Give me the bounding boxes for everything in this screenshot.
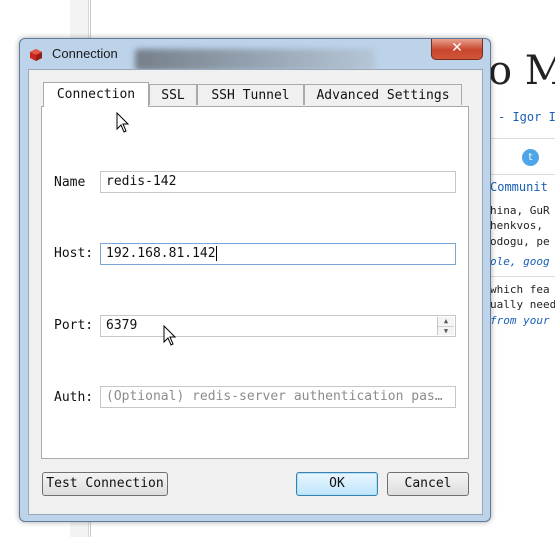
port-value: 6379 xyxy=(106,318,138,333)
name-field[interactable]: redis-142 xyxy=(100,171,456,193)
tab-label: SSH Tunnel xyxy=(211,88,290,103)
host-value: 192.168.81.142 xyxy=(106,246,216,261)
close-icon: ✕ xyxy=(451,40,463,56)
port-label: Port: xyxy=(54,318,94,333)
ok-button[interactable]: OK xyxy=(296,472,378,496)
auth-label: Auth: xyxy=(54,390,94,405)
tab-label: Advanced Settings xyxy=(316,88,450,103)
connection-tab-pane: Name redis-142 Host: 192.168.81.142 Port… xyxy=(41,106,469,459)
test-connection-button[interactable]: Test Connection xyxy=(42,472,168,496)
dialog-client-area: Connection SSL SSH Tunnel Advanced Setti… xyxy=(28,69,483,515)
mouse-cursor-icon xyxy=(116,112,130,133)
background-community-heading[interactable]: Communit xyxy=(490,180,548,194)
background-page-title: o M xyxy=(488,48,555,94)
background-separator xyxy=(490,138,555,139)
text-caret xyxy=(215,246,217,261)
host-label: Host: xyxy=(54,246,94,261)
tab-connection[interactable]: Connection xyxy=(43,82,149,107)
background-links-line[interactable]: ole, goog xyxy=(490,255,550,268)
background-text-line: which fea xyxy=(490,283,550,296)
background-separator xyxy=(490,276,555,277)
background-separator xyxy=(490,174,555,175)
background-contributors-line: hina, GuR xyxy=(490,204,550,217)
port-stepper[interactable]: ▲ ▼ xyxy=(437,317,454,335)
background-contributors-line: henkvos, xyxy=(490,219,543,232)
background-text-link[interactable]: from your xyxy=(490,314,550,327)
background-contributors-line: odogu, pe xyxy=(490,235,550,248)
tab-advanced-settings[interactable]: Advanced Settings xyxy=(304,84,462,105)
cancel-button[interactable]: Cancel xyxy=(387,472,469,496)
title-bar[interactable]: Connection ✕ xyxy=(20,39,490,71)
auth-field[interactable]: (Optional) redis-server authentication p… xyxy=(100,386,456,408)
blurred-background-title xyxy=(135,49,375,71)
tab-label: SSL xyxy=(161,88,185,103)
background-text-line: ually need xyxy=(490,298,555,311)
background-author-link[interactable]: - Igor I xyxy=(498,110,555,124)
port-spinbox[interactable]: 6379 ▲ ▼ xyxy=(100,315,456,337)
connection-dialog: Connection ✕ Connection SSL SSH Tunnel A… xyxy=(19,38,491,522)
twitter-icon[interactable]: t xyxy=(522,149,539,166)
mouse-cursor-icon xyxy=(163,325,177,346)
tab-label: Connection xyxy=(56,87,136,102)
stepper-up-icon[interactable]: ▲ xyxy=(438,317,454,326)
host-field[interactable]: 192.168.81.142 xyxy=(100,243,456,265)
tab-ssh-tunnel[interactable]: SSH Tunnel xyxy=(197,84,304,105)
redis-icon xyxy=(30,49,42,61)
close-button[interactable]: ✕ xyxy=(431,39,483,60)
window-title: Connection xyxy=(52,46,118,61)
tab-ssl[interactable]: SSL xyxy=(149,84,197,105)
stepper-down-icon[interactable]: ▼ xyxy=(438,326,454,336)
name-label: Name xyxy=(54,175,86,190)
